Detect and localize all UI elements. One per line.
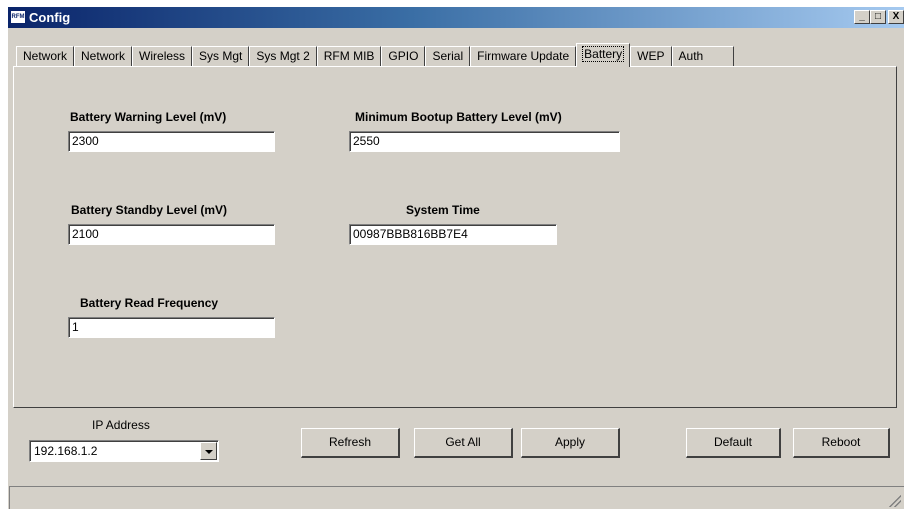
tab-network-2[interactable]: Network (74, 46, 133, 66)
tab-label: RFM MIB (323, 49, 375, 63)
battery-standby-input[interactable]: 2100 (68, 224, 275, 245)
tab-rfm-mib[interactable]: RFM MIB (316, 46, 382, 66)
ip-address-value: 192.168.1.2 (34, 444, 98, 458)
refresh-button[interactable]: Refresh (301, 428, 400, 458)
reboot-button[interactable]: Reboot (793, 428, 890, 458)
tab-network[interactable]: Network (16, 46, 75, 66)
default-button[interactable]: Default (686, 428, 781, 458)
tab-label: Network (81, 49, 126, 63)
tab-label: Firmware Update (477, 49, 570, 63)
tab-label: Serial (432, 49, 464, 63)
close-button[interactable]: X (888, 10, 904, 24)
apply-button[interactable]: Apply (521, 428, 620, 458)
tab-sys-mgt[interactable]: Sys Mgt (192, 46, 250, 66)
battery-read-frequency-input[interactable]: 1 (68, 317, 275, 338)
status-bar (9, 486, 904, 509)
system-time-input[interactable]: 00987BBB816BB7E4 (349, 224, 557, 245)
battery-read-frequency-label: Battery Read Frequency (80, 296, 219, 310)
tab-wireless[interactable]: Wireless (132, 46, 193, 66)
dropdown-arrow-icon[interactable] (200, 442, 217, 460)
tab-firmware-update[interactable]: Firmware Update (470, 46, 577, 66)
tab-wep[interactable]: WEP (630, 46, 672, 66)
tab-label: Auth (678, 49, 704, 63)
tab-serial[interactable]: Serial (425, 46, 471, 66)
ip-address-label: IP Address (92, 418, 150, 432)
tab-label: Network (23, 49, 68, 63)
tab-label: Battery (582, 46, 625, 62)
get-all-button[interactable]: Get All (414, 428, 513, 458)
tab-gpio[interactable]: GPIO (381, 46, 426, 66)
tab-battery[interactable]: Battery (576, 43, 631, 67)
system-time-label: System Time (406, 203, 480, 217)
title-bar[interactable]: RFM Config _ □ X (8, 7, 904, 28)
maximize-button[interactable]: □ (870, 10, 886, 24)
min-bootup-input[interactable]: 2550 (349, 131, 620, 152)
battery-warning-input[interactable]: 2300 (68, 131, 275, 152)
app-icon: RFM (10, 10, 26, 24)
battery-warning-label: Battery Warning Level (mV) (70, 110, 227, 124)
ip-address-select[interactable]: 192.168.1.2 (29, 440, 219, 462)
window-title: Config (29, 10, 71, 25)
min-bootup-label: Minimum Bootup Battery Level (mV) (355, 110, 562, 124)
battery-standby-label: Battery Standby Level (mV) (71, 203, 228, 217)
resize-grip-icon[interactable] (889, 495, 901, 507)
tab-auth[interactable]: Auth (671, 46, 735, 66)
tab-label: Wireless (139, 49, 186, 63)
tab-label: Sys Mgt 2 (256, 49, 310, 63)
tab-sys-mgt-2[interactable]: Sys Mgt 2 (249, 46, 317, 66)
tab-strip: Network Network Wireless Sys Mgt Sys Mgt… (16, 43, 735, 67)
tab-label: GPIO (388, 49, 419, 63)
tab-label: WEP (637, 49, 665, 63)
tab-label: Sys Mgt (199, 49, 243, 63)
minimize-button[interactable]: _ (854, 10, 870, 24)
